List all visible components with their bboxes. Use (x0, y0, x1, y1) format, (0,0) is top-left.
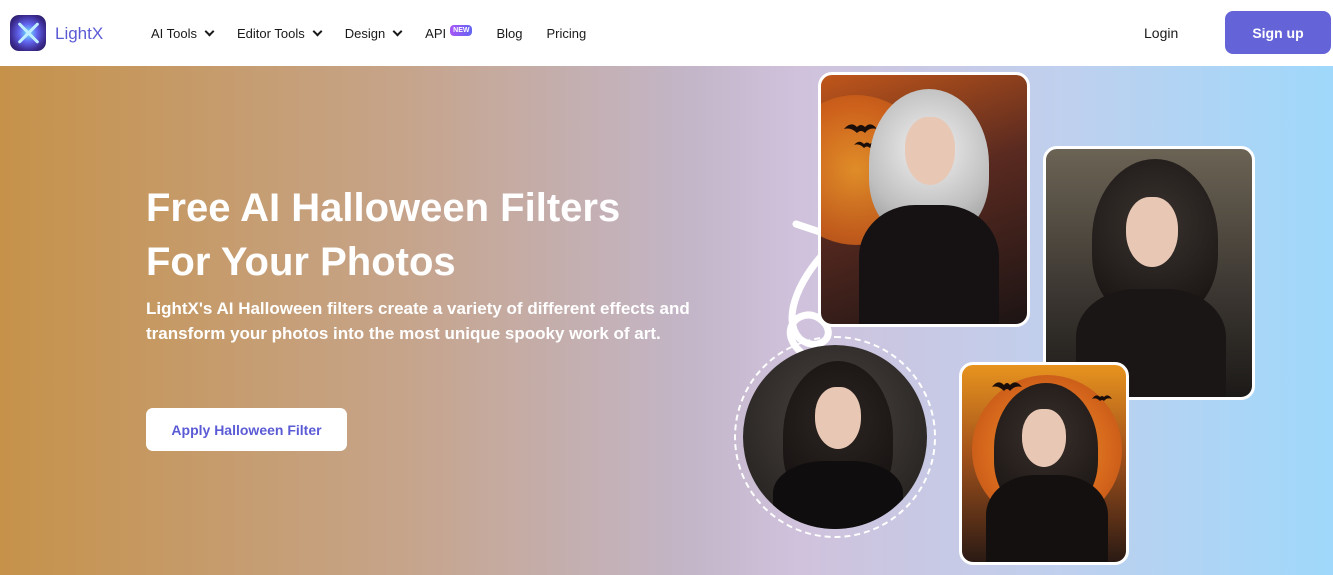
hero-title-line1: Free AI Halloween Filters (146, 186, 621, 230)
brand-name[interactable]: LightX (55, 24, 103, 44)
nav-ai-tools[interactable]: AI Tools (151, 26, 215, 41)
face-shape (815, 387, 861, 449)
face-shape (905, 117, 955, 185)
original-photo (743, 345, 927, 529)
nav-api[interactable]: API NEW (425, 25, 473, 41)
nav-editor-tools[interactable]: Editor Tools (237, 26, 323, 41)
new-badge: NEW (450, 25, 473, 36)
login-link[interactable]: Login (1144, 25, 1178, 41)
top-navigation-bar: LightX AI Tools Editor Tools Design API … (0, 0, 1333, 66)
halloween-photo-white-hair (818, 72, 1030, 327)
nav-blog[interactable]: Blog (496, 26, 522, 41)
face-shape (1126, 197, 1178, 267)
chevron-down-icon (312, 26, 323, 37)
hero-description: LightX's AI Halloween filters create a v… (146, 299, 690, 343)
main-nav: AI Tools Editor Tools Design API NEW Blo… (151, 25, 610, 41)
nav-pricing[interactable]: Pricing (547, 26, 587, 41)
apply-halloween-filter-button[interactable]: Apply Halloween Filter (146, 408, 347, 451)
body-shape (859, 205, 999, 324)
nav-label: Editor Tools (237, 26, 305, 41)
chevron-down-icon (204, 26, 215, 37)
face-shape (1022, 409, 1066, 467)
body-shape (986, 475, 1108, 562)
nav-label: AI Tools (151, 26, 198, 41)
nav-design[interactable]: Design (344, 26, 403, 41)
body-shape (773, 461, 903, 529)
nav-label: Blog (496, 26, 523, 41)
hero-title: Free AI Halloween Filters For Your Photo… (146, 181, 746, 289)
signup-button[interactable]: Sign up (1225, 11, 1331, 54)
hero-title-line2: For Your Photos (146, 240, 456, 284)
halloween-photo-orange-moon (959, 362, 1129, 565)
chevron-down-icon (392, 26, 403, 37)
nav-label: Pricing (546, 26, 587, 41)
lightx-logo-icon[interactable] (10, 15, 46, 51)
nav-label: Design (344, 26, 386, 41)
nav-label: API (425, 26, 447, 41)
hero-section: Free AI Halloween Filters For Your Photo… (0, 66, 1333, 575)
